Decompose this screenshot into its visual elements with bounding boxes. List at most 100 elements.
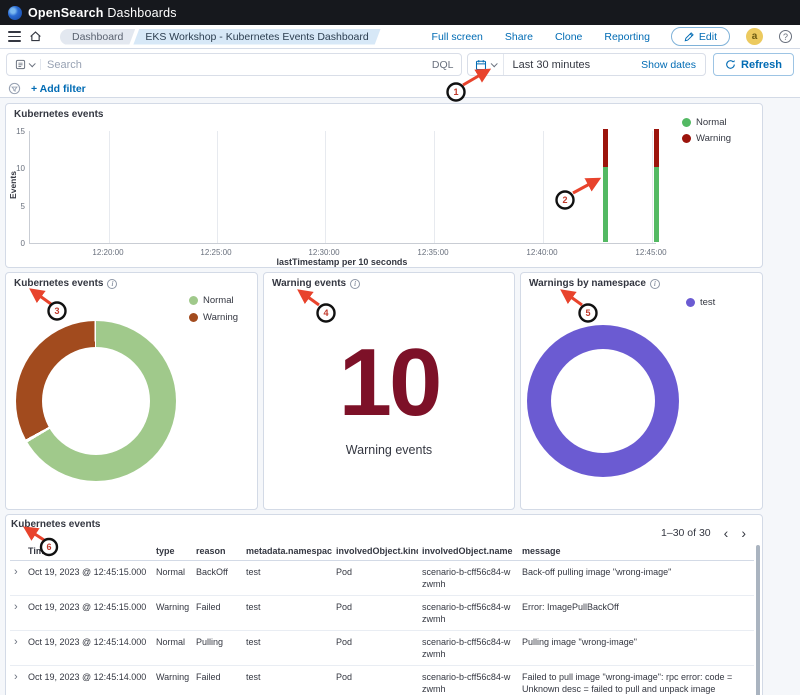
cell-namespace: test [242,631,332,666]
edit-button-label: Edit [699,31,717,43]
column-header-type[interactable]: type [152,543,192,561]
events-donut[interactable] [16,321,176,481]
panel-warning-events-metric: Warning eventsi 10 Warning events [263,272,515,510]
add-filter-button[interactable]: + Add filter [31,83,86,95]
x-tick: 12:20:00 [92,248,123,257]
previous-page-icon[interactable]: ‹ [724,528,729,538]
chevron-down-icon [491,60,498,67]
bar-warning-segment[interactable] [654,129,659,167]
legend-item-test[interactable]: test [686,297,715,308]
avatar[interactable]: a [746,28,763,45]
cell-type: Warning [152,666,192,695]
bar-normal-segment[interactable] [603,167,608,242]
legend-dot-normal [189,296,198,305]
cell-reason: Pulling [192,631,242,666]
y-tick: 15 [6,127,25,136]
edit-button[interactable]: Edit [671,27,730,46]
expand-row-icon[interactable]: › [10,666,24,695]
clone-link[interactable]: Clone [555,31,582,43]
opensearch-logo-icon[interactable] [8,6,22,20]
cell-message: Pulling image "wrong-image" [518,631,754,666]
x-tick: 12:35:00 [417,248,448,257]
refresh-button[interactable]: Refresh [713,53,794,76]
saved-query-menu-button[interactable] [15,59,41,70]
cell-type: Warning [152,596,192,631]
expand-row-icon[interactable]: › [10,631,24,666]
info-icon[interactable]: i [650,279,660,289]
time-range-value[interactable]: Last 30 minutes [504,59,641,71]
filter-options-icon[interactable] [8,82,21,95]
gridline [434,131,435,243]
panel-title[interactable]: Warning events i [272,278,360,289]
legend-dot-test [686,298,695,307]
bar-warning-segment[interactable] [603,129,608,167]
cell-name: scenario-b-cff56c84-wzwmh [418,631,518,666]
cell-time: Oct 19, 2023 @ 12:45:14.000 [24,631,152,666]
bar-normal-segment[interactable] [654,167,659,242]
cell-kind: Pod [332,596,418,631]
panel-title-label: Warning events [272,278,346,289]
breadcrumb-dashboard[interactable]: Dashboard [60,29,135,45]
x-tick: 12:25:00 [200,248,231,257]
cell-message: Failed to pull image "wrong-image": rpc … [518,666,754,695]
panel-title-label: Kubernetes events [11,519,100,530]
panel-title[interactable]: Kubernetes events [14,109,103,120]
full-screen-link[interactable]: Full screen [432,31,483,43]
metric-label: Warning events [264,443,514,457]
breadcrumb: Dashboard EKS Workshop - Kubernetes Even… [60,29,381,45]
search-placeholder: Search [47,59,420,71]
stacked-bar-2[interactable] [654,129,659,242]
expand-row-icon[interactable]: › [10,561,24,596]
stacked-bar-1[interactable] [603,129,608,242]
column-header-namespace[interactable]: metadata.namespace [242,543,332,561]
filter-bar: + Add filter [0,80,800,98]
panel-title[interactable]: Kubernetes events i [14,278,117,289]
cell-kind: Pod [332,631,418,666]
events-table: Time↓ type reason metadata.namespace inv… [10,543,754,695]
panel-title[interactable]: Kubernetes events [11,519,100,530]
y-tick: 5 [6,202,25,211]
expand-row-icon[interactable]: › [10,596,24,631]
cell-name: scenario-b-cff56c84-wzwmh [418,561,518,596]
cell-type: Normal [152,561,192,596]
namespace-donut[interactable] [527,325,679,477]
panel-warnings-by-namespace: Warnings by namespacei test [520,272,763,510]
legend-item-warning[interactable]: Warning [189,312,238,323]
column-header-message[interactable]: message [518,543,754,561]
panel-title-label: Kubernetes events [14,278,103,289]
gridline [325,131,326,243]
dql-button[interactable]: DQL [426,59,454,71]
next-page-icon[interactable]: › [741,528,746,538]
sort-desc-icon: ↓ [51,547,55,556]
column-header-reason[interactable]: reason [192,543,242,561]
menu-icon[interactable] [8,31,21,41]
column-header-time[interactable]: Time↓ [24,543,152,561]
legend-item-normal[interactable]: Normal [682,117,731,128]
share-link[interactable]: Share [505,31,533,43]
search-input[interactable]: Search DQL [6,53,462,76]
chart-legend: test [686,297,715,308]
panel-title[interactable]: Warnings by namespacei [529,278,660,289]
info-icon[interactable]: i [350,279,360,289]
plot-area [29,131,656,244]
info-icon[interactable]: i [107,279,117,289]
gridline [109,131,110,243]
legend-item-normal[interactable]: Normal [189,295,238,306]
cell-name: scenario-b-cff56c84-wzwmh [418,596,518,631]
brand-title: OpenSearch Dashboards [28,6,177,20]
home-icon[interactable] [29,30,42,43]
breadcrumb-current-dashboard: EKS Workshop - Kubernetes Events Dashboa… [133,29,380,45]
gridline [217,131,218,243]
vertical-scrollbar[interactable] [756,545,760,695]
legend-item-warning[interactable]: Warning [682,133,731,144]
cell-reason: Failed [192,666,242,695]
table-row: › Oct 19, 2023 @ 12:45:15.000 Normal Bac… [10,561,754,596]
quick-select-button[interactable] [468,54,504,75]
help-icon[interactable]: ? [779,30,792,43]
reporting-link[interactable]: Reporting [604,31,650,43]
show-dates-link[interactable]: Show dates [641,59,705,71]
pagination-label: 1–30 of 30 [661,527,711,539]
column-header-name[interactable]: involvedObject.name [418,543,518,561]
column-header-kind[interactable]: involvedObject.kind [332,543,418,561]
cell-time: Oct 19, 2023 @ 12:45:14.000 [24,666,152,695]
